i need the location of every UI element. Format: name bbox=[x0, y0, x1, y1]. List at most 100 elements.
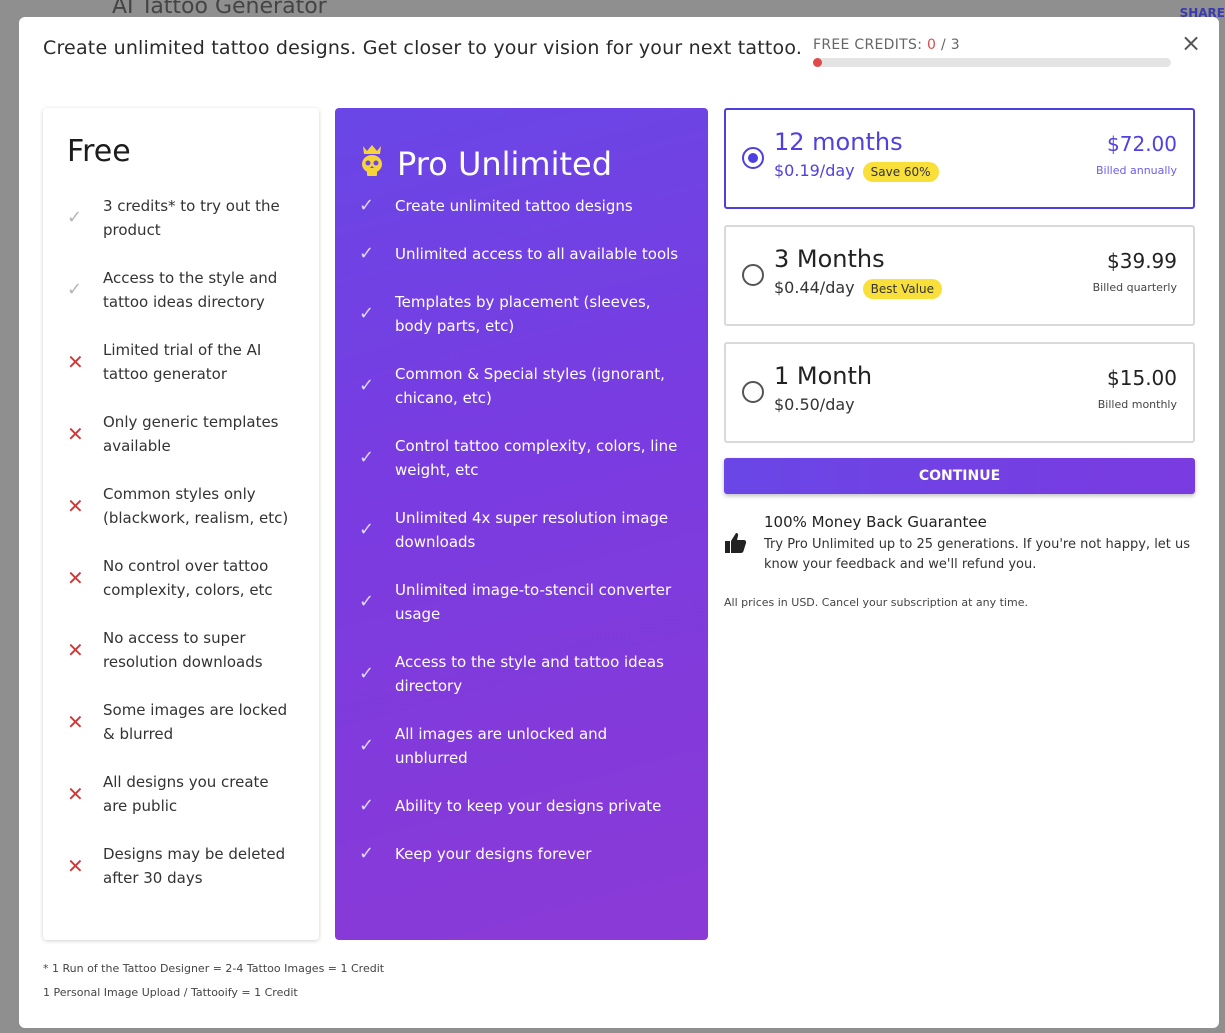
plan-per-day: $0.44/day Best Value bbox=[774, 278, 942, 299]
check-icon: ✓ bbox=[67, 279, 83, 300]
pro-feature-item: ✓ Unlimited 4x super resolution image dow… bbox=[359, 506, 684, 554]
plan-name: 3 Months bbox=[774, 245, 885, 273]
plan-billing-period: Billed quarterly bbox=[1092, 281, 1177, 294]
check-icon: ✓ bbox=[359, 195, 375, 216]
pro-feature-text: Create unlimited tattoo designs bbox=[395, 197, 633, 215]
check-icon: ✓ bbox=[359, 735, 375, 756]
pro-feature-list: ✓ Create unlimited tattoo designs ✓ Unlimit… bbox=[359, 194, 684, 866]
free-feature-text: Common styles only (blackwork, realism, … bbox=[103, 485, 289, 527]
plan-option[interactable]: 12 months $0.19/day Save 60% $72.00 Billed a… bbox=[724, 108, 1195, 209]
pro-feature-item: ✓ Keep your designs forever bbox=[359, 842, 684, 866]
credits-used: 0 bbox=[927, 37, 937, 53]
plan-name: 12 months bbox=[774, 128, 903, 156]
free-feature-list: ✓ 3 credits* to try out the product ✓ Acces… bbox=[67, 194, 295, 890]
free-feature-text: All designs you create are public bbox=[103, 773, 269, 815]
check-icon: ✓ bbox=[359, 303, 375, 324]
free-feature-text: Access to the style and tattoo ideas dir… bbox=[103, 269, 278, 311]
plan-name: 1 Month bbox=[774, 362, 873, 390]
free-feature-item: ✕ All designs you create are public bbox=[67, 770, 295, 818]
radio-selected-dot bbox=[748, 153, 758, 163]
credits-progress-indicator bbox=[813, 58, 822, 67]
x-icon: ✕ bbox=[67, 782, 84, 806]
free-feature-item: ✕ Common styles only (blackwork, realism,… bbox=[67, 482, 295, 530]
plan-per-day: $0.50/day bbox=[774, 395, 855, 414]
guarantee-title: 100% Money Back Guarantee bbox=[764, 513, 987, 531]
free-feature-text: Limited trial of the AI tattoo generator bbox=[103, 341, 262, 383]
plan-billing-period: Billed annually bbox=[1096, 164, 1177, 177]
pro-feature-text: Common & Special styles (ignorant, chica… bbox=[395, 365, 665, 407]
pro-feature-item: ✓ Access to the style and tattoo ideas di… bbox=[359, 650, 684, 698]
free-feature-item: ✓ Access to the style and tattoo ideas di… bbox=[67, 266, 295, 314]
guarantee-description: Try Pro Unlimited up to 25 generations. … bbox=[764, 537, 1191, 572]
pro-plan-card: Pro Unlimited ✓ Create unlimited tattoo d… bbox=[335, 108, 708, 940]
check-icon: ✓ bbox=[359, 447, 375, 468]
check-icon: ✓ bbox=[359, 843, 375, 864]
free-feature-item: ✕ No access to super resolution downloads bbox=[67, 626, 295, 674]
x-icon: ✕ bbox=[67, 710, 84, 734]
pro-feature-text: Keep your designs forever bbox=[395, 845, 592, 863]
check-icon: ✓ bbox=[67, 207, 83, 228]
pro-feature-text: Unlimited access to all available tools bbox=[395, 245, 679, 263]
plan-per-day-value: $0.19/day bbox=[774, 161, 855, 180]
credits-progress-bar bbox=[813, 58, 1171, 67]
close-icon[interactable]: × bbox=[1179, 31, 1203, 55]
pro-feature-item: ✓ Unlimited image-to-stencil converter us… bbox=[359, 578, 684, 626]
check-icon: ✓ bbox=[359, 519, 375, 540]
check-icon: ✓ bbox=[359, 375, 375, 396]
free-feature-item: ✕ Designs may be deleted after 30 days bbox=[67, 842, 295, 890]
pro-feature-item: ✓ Templates by placement (sleeves, body p… bbox=[359, 290, 684, 338]
credits-label: FREE CREDITS: 0 / 3 bbox=[813, 37, 1171, 53]
plan-option[interactable]: 1 Month $0.50/day $15.00 Billed monthly bbox=[724, 342, 1195, 443]
plan-badge: Best Value bbox=[862, 278, 942, 299]
pro-feature-item: ✓ All images are unlocked and unblurred bbox=[359, 722, 684, 770]
plan-per-day: $0.19/day Save 60% bbox=[774, 161, 939, 182]
pro-feature-item: ✓ Control tattoo complexity, colors, line… bbox=[359, 434, 684, 482]
x-icon: ✕ bbox=[67, 350, 84, 374]
pro-feature-text: Access to the style and tattoo ideas dir… bbox=[395, 653, 664, 695]
pro-feature-text: All images are unlocked and unblurred bbox=[395, 725, 608, 767]
x-icon: ✕ bbox=[67, 566, 84, 590]
free-feature-text: No control over tattoo complexity, color… bbox=[103, 557, 273, 599]
plan-radio[interactable] bbox=[742, 381, 764, 403]
pro-feature-text: Control tattoo complexity, colors, line … bbox=[395, 437, 678, 479]
modal-header-text: Create unlimited tattoo designs. Get clo… bbox=[43, 37, 803, 59]
free-feature-item: ✕ No control over tattoo complexity, colo… bbox=[67, 554, 295, 602]
plan-badge: Save 60% bbox=[862, 161, 939, 182]
thumbs-up-icon bbox=[724, 531, 748, 555]
plan-option[interactable]: 3 Months $0.44/day Best Value $39.99 Billed … bbox=[724, 225, 1195, 326]
check-icon: ✓ bbox=[359, 663, 375, 684]
plan-price: $39.99 bbox=[1107, 249, 1177, 273]
free-feature-text: Only generic templates available bbox=[103, 413, 279, 455]
continue-button[interactable]: CONTINUE bbox=[724, 458, 1195, 494]
plan-billing-period: Billed monthly bbox=[1097, 398, 1177, 411]
x-icon: ✕ bbox=[67, 422, 84, 446]
plan-radio[interactable] bbox=[742, 264, 764, 286]
plan-price: $15.00 bbox=[1107, 366, 1177, 390]
pro-feature-text: Unlimited 4x super resolution image down… bbox=[395, 509, 669, 551]
pro-feature-text: Unlimited image-to-stencil converter usa… bbox=[395, 581, 672, 623]
free-feature-item: ✕ Only generic templates available bbox=[67, 410, 295, 458]
pro-feature-text: Ability to keep your designs private bbox=[395, 797, 662, 815]
plan-per-day-value: $0.50/day bbox=[774, 395, 855, 414]
free-feature-item: ✕ Limited trial of the AI tattoo generato… bbox=[67, 338, 295, 386]
free-credits-meter: FREE CREDITS: 0 / 3 bbox=[813, 37, 1171, 67]
free-plan-title: Free bbox=[67, 134, 131, 169]
plan-radio[interactable] bbox=[742, 147, 764, 169]
check-icon: ✓ bbox=[359, 243, 375, 264]
pro-feature-item: ✓ Common & Special styles (ignorant, chic… bbox=[359, 362, 684, 410]
x-icon: ✕ bbox=[67, 494, 84, 518]
free-feature-item: ✓ 3 credits* to try out the product bbox=[67, 194, 295, 242]
free-feature-text: Designs may be deleted after 30 days bbox=[103, 845, 286, 887]
check-icon: ✓ bbox=[359, 591, 375, 612]
free-feature-text: 3 credits* to try out the product bbox=[103, 197, 280, 239]
pro-feature-item: ✓ Ability to keep your designs private bbox=[359, 794, 684, 818]
footnote-upload: 1 Personal Image Upload / Tattooify = 1 … bbox=[43, 986, 298, 999]
free-feature-text: Some images are locked & blurred bbox=[103, 701, 288, 743]
free-feature-item: ✕ Some images are locked & blurred bbox=[67, 698, 295, 746]
pro-plan-title: Pro Unlimited bbox=[397, 145, 613, 183]
prices-note: All prices in USD. Cancel your subscript… bbox=[724, 596, 1028, 609]
x-icon: ✕ bbox=[67, 638, 84, 662]
pro-feature-item: ✓ Unlimited access to all available tools bbox=[359, 242, 684, 266]
crown-skull-icon bbox=[359, 144, 397, 185]
plan-price: $72.00 bbox=[1107, 132, 1177, 156]
